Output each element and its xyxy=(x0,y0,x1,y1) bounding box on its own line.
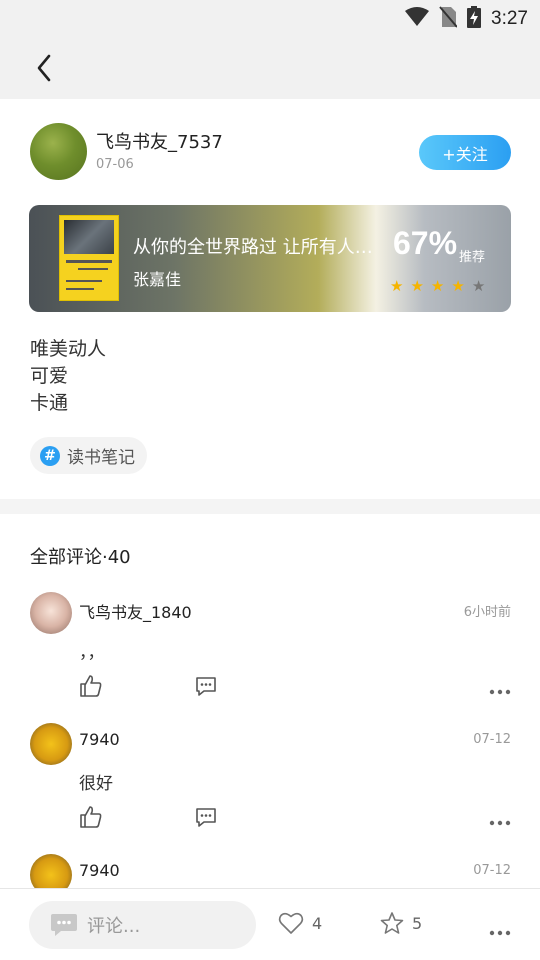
star-filled-icon: ★ xyxy=(430,277,445,295)
post-date: 07-06 xyxy=(96,157,134,172)
rating-stars: ★ ★ ★ ★ ★ xyxy=(390,279,485,294)
recommend-percent: 67% xyxy=(393,225,458,261)
comment-bubble-icon xyxy=(51,914,77,936)
top-nav xyxy=(0,36,540,99)
commenter-avatar[interactable] xyxy=(30,592,72,634)
thumbs-up-icon[interactable] xyxy=(79,674,103,698)
topic-chip[interactable]: # 读书笔记 xyxy=(30,437,147,474)
battery-charging-icon xyxy=(467,6,482,32)
tag-line: 可爱 xyxy=(30,365,69,387)
like-button[interactable]: 4 xyxy=(278,911,322,935)
comment-time: 07-12 xyxy=(473,732,511,747)
comment-reply-icon[interactable] xyxy=(194,805,218,829)
tag-line: 唯美动人 xyxy=(30,338,107,360)
favorite-count: 5 xyxy=(412,913,423,933)
book-title: 从你的全世界路过 让所有人… xyxy=(133,237,373,258)
clock: 3:27 xyxy=(491,8,528,29)
back-arrow-icon xyxy=(37,54,51,82)
no-sim-icon xyxy=(439,6,458,32)
heart-icon xyxy=(278,912,304,934)
recommend-label: 推荐 xyxy=(459,250,486,265)
star-filled-icon: ★ xyxy=(451,277,465,295)
more-icon[interactable] xyxy=(489,921,511,936)
hashtag-icon: # xyxy=(40,445,60,466)
book-cover xyxy=(59,215,119,301)
status-bar: 3:27 xyxy=(0,0,540,36)
star-filled-icon: ★ xyxy=(390,277,404,295)
commenter-name[interactable]: 7940 xyxy=(79,730,120,749)
post-body: 唯美动人 可爱 卡通 xyxy=(30,336,106,417)
comment-item: 7940 07-12 很好 xyxy=(0,723,540,853)
bottom-action-bar: 评论... 4 5 xyxy=(0,888,540,960)
more-icon[interactable] xyxy=(489,680,511,695)
comment-time: 07-12 xyxy=(473,863,511,878)
star-filled-icon: ★ xyxy=(410,277,424,295)
more-icon[interactable] xyxy=(489,811,511,826)
thumbs-up-icon[interactable] xyxy=(79,805,103,829)
commenter-name[interactable]: 7940 xyxy=(79,861,120,880)
tag-line: 卡通 xyxy=(30,392,69,414)
commenter-avatar[interactable] xyxy=(30,723,72,765)
like-count: 4 xyxy=(312,913,323,933)
author-avatar[interactable] xyxy=(30,123,87,180)
topic-label: 读书笔记 xyxy=(67,448,135,468)
comment-text: ，， xyxy=(79,643,105,663)
star-icon xyxy=(380,912,404,934)
favorite-button[interactable]: 5 xyxy=(380,911,422,935)
comments-title: 全部评论·40 xyxy=(30,547,131,568)
follow-button[interactable]: +关注 xyxy=(419,135,511,170)
book-author: 张嘉佳 xyxy=(133,270,182,289)
post-card: 飞鸟书友_7537 07-06 +关注 从你的全世界路过 让所有人… 张嘉佳 6… xyxy=(0,99,540,499)
star-empty-icon: ★ xyxy=(471,277,486,295)
comment-time: 6小时前 xyxy=(463,605,511,620)
author-name[interactable]: 飞鸟书友_7537 xyxy=(96,128,223,154)
comment-placeholder: 评论... xyxy=(87,916,141,937)
comment-item: 飞鸟书友_1840 6小时前 ，， xyxy=(0,592,540,722)
wifi-icon xyxy=(405,7,430,31)
comment-input[interactable]: 评论... xyxy=(29,901,256,949)
commenter-name[interactable]: 飞鸟书友_1840 xyxy=(79,599,192,623)
comment-text: 很好 xyxy=(79,774,113,794)
back-button[interactable] xyxy=(28,52,60,84)
status-icons: 3:27 xyxy=(405,6,528,32)
comment-reply-icon[interactable] xyxy=(194,674,218,698)
book-banner[interactable]: 从你的全世界路过 让所有人… 张嘉佳 67% 推荐 ★ ★ ★ ★ ★ xyxy=(29,205,511,312)
